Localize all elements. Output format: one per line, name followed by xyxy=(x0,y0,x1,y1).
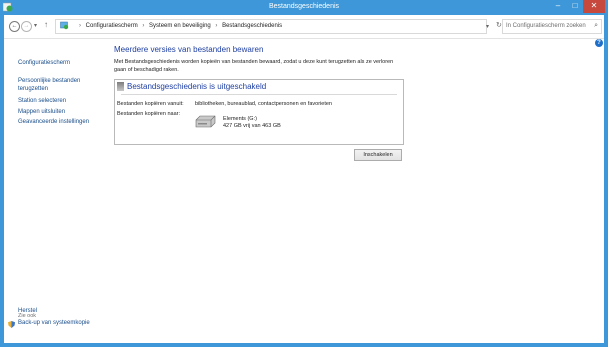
external-drive-icon xyxy=(195,115,216,128)
close-button[interactable]: ✕ xyxy=(583,0,605,13)
maximize-button[interactable]: □ xyxy=(567,0,583,13)
sidebar-item-advanced-settings[interactable]: Geavanceerde instellingen xyxy=(18,118,89,126)
back-button[interactable]: ← xyxy=(9,21,20,32)
forward-button[interactable]: → xyxy=(21,21,32,32)
main-content: Meerdere versies van bestanden bewaren M… xyxy=(114,38,594,338)
copy-from-value: bibliotheken, bureaublad, contactpersone… xyxy=(195,101,332,107)
status-header: Bestandsgeschiedenis is uitgeschakeld xyxy=(115,80,403,93)
minimize-button[interactable]: – xyxy=(549,0,567,13)
breadcrumb-separator: › xyxy=(215,23,218,29)
breadcrumb-separator: › xyxy=(142,23,145,29)
page-title: Meerdere versies van bestanden bewaren xyxy=(114,45,264,54)
breadcrumb-item-system-security[interactable]: Systeem en beveiliging xyxy=(149,23,211,29)
system-image-backup-link[interactable]: Back-up van systeemkopie xyxy=(18,320,90,326)
navigation-bar: ← → ▾ ↑ › Configuratiescherm › Systeem e… xyxy=(4,15,604,39)
breadcrumb: › Configuratiescherm › Systeem en beveil… xyxy=(76,23,282,29)
sidebar-item-select-drive[interactable]: Station selecteren xyxy=(18,97,66,105)
up-arrow-icon[interactable]: ↑ xyxy=(44,20,48,29)
status-panel: Bestandsgeschiedenis is uitgeschakeld Be… xyxy=(114,79,404,145)
breadcrumb-separator: › xyxy=(79,23,81,29)
refresh-icon[interactable]: ↻ xyxy=(496,21,502,29)
sidebar-item-exclude-folders[interactable]: Mappen uitsluiten xyxy=(18,108,65,116)
address-bar[interactable]: › Configuratiescherm › Systeem en beveil… xyxy=(55,19,487,34)
help-icon[interactable]: ? xyxy=(595,39,603,47)
copy-to-label: Bestanden kopiëren naar: xyxy=(117,111,180,117)
address-dropdown-chevron-icon[interactable]: ▾ xyxy=(486,23,489,30)
breadcrumb-item-control-panel[interactable]: Configuratiescherm xyxy=(86,23,138,29)
window-client: ← → ▾ ↑ › Configuratiescherm › Systeem e… xyxy=(4,15,604,343)
page-description: Met Bestandsgeschiedenis worden kopieën … xyxy=(114,59,394,73)
window-frame: Bestandsgeschiedenis – □ ✕ ← → ▾ ↑ › Con… xyxy=(0,0,608,347)
enable-button[interactable]: Inschakelen xyxy=(354,149,402,161)
shield-icon xyxy=(8,321,15,328)
sidebar-item-control-panel[interactable]: Configuratiescherm xyxy=(18,59,70,67)
recent-locations-chevron-icon[interactable]: ▾ xyxy=(34,22,37,29)
breadcrumb-item-file-history[interactable]: Bestandsgeschiedenis xyxy=(222,23,282,29)
search-input[interactable]: In Configuratiescherm zoeken ⌕ xyxy=(502,19,602,34)
status-title: Bestandsgeschiedenis is uitgeschakeld xyxy=(127,82,267,91)
search-placeholder: In Configuratiescherm zoeken xyxy=(506,23,586,29)
copy-from-label: Bestanden kopiëren vanuit: xyxy=(117,101,184,107)
drive-free-space: 427 GB vrij van 463 GB xyxy=(223,123,281,129)
sidebar-item-restore-files[interactable]: Persoonlijke bestanden terugzetten xyxy=(18,77,98,93)
search-icon[interactable]: ⌕ xyxy=(594,22,598,30)
status-bar-icon xyxy=(117,82,124,91)
recovery-link[interactable]: Herstel xyxy=(18,308,37,314)
sidebar: Configuratiescherm Persoonlijke bestande… xyxy=(4,38,104,343)
divider xyxy=(121,94,397,95)
title-bar[interactable]: Bestandsgeschiedenis – □ ✕ xyxy=(0,0,608,15)
control-panel-icon xyxy=(60,21,69,30)
window-title: Bestandsgeschiedenis xyxy=(268,3,340,10)
drive-name: Elements (G:) xyxy=(223,116,257,122)
